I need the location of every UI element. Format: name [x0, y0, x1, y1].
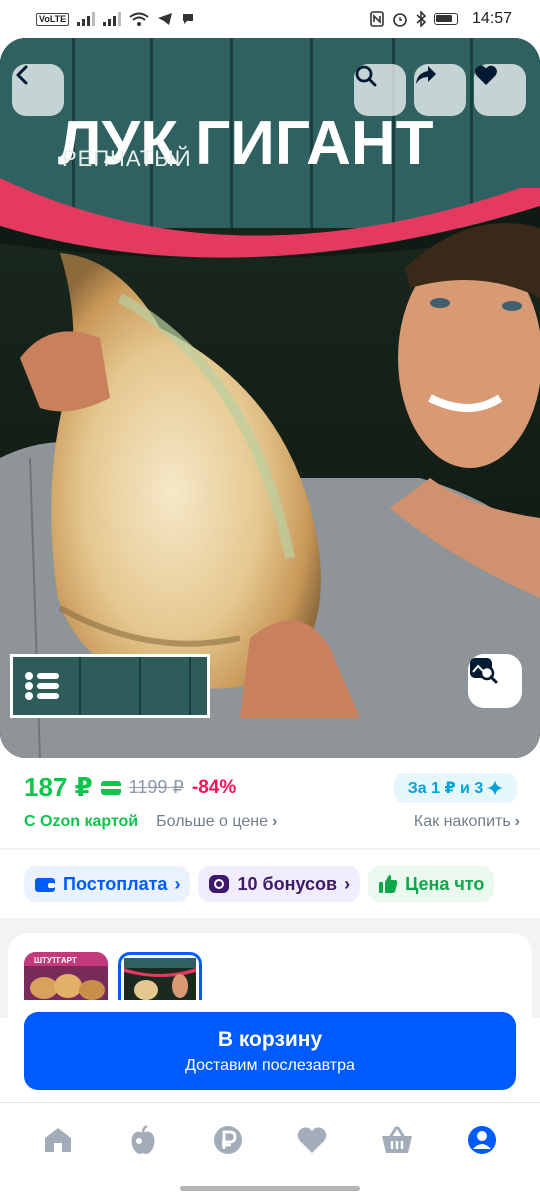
profile-icon — [467, 1126, 496, 1154]
thumb-plank — [189, 657, 191, 715]
clock: 14:57 — [471, 10, 512, 27]
banner-subtitle: РЕПЧАТЫЙ — [62, 146, 192, 171]
add-to-cart-button[interactable]: В корзину Доставим послезавтра — [24, 1012, 516, 1090]
home-indicator[interactable] — [180, 1186, 360, 1191]
price-current: 187 ₽ — [24, 772, 93, 802]
image-thumbnail-strip[interactable] — [10, 654, 210, 718]
wallet-icon — [35, 878, 55, 892]
basket-icon — [381, 1126, 412, 1153]
heart-icon — [475, 65, 497, 85]
find-similar-button[interactable] — [468, 654, 522, 708]
status-bar: VoLTE 14:57 — [0, 0, 540, 38]
heart-icon — [298, 1127, 327, 1153]
wifi-icon — [129, 12, 149, 26]
volte-badge: VoLTE — [36, 12, 70, 26]
status-left: VoLTE — [36, 12, 195, 26]
price-row: 187 ₽ 1199 ₽ -84% — [24, 772, 236, 803]
chip-bonuses[interactable]: 10 бонусов › — [198, 866, 361, 902]
search-icon — [355, 65, 377, 87]
bonus-coin-icon — [209, 875, 230, 893]
benefit-chips: Постоплата › 10 бонусов › Цена что — [24, 866, 495, 902]
ozon-card-label: С Ozon картой — [24, 813, 139, 830]
fresh-apple-icon — [131, 1125, 155, 1154]
sparkle-icon — [487, 780, 504, 796]
list-icon — [25, 672, 59, 700]
chevron-right-icon: › — [174, 873, 181, 894]
thumb-plank — [79, 657, 81, 715]
variant-thumbnail[interactable]: ШТУТГАРТ — [24, 952, 108, 1000]
ruble-icon — [213, 1126, 242, 1154]
accumulate-label: За 1 ₽ и 3 — [407, 780, 484, 797]
chip-postpay-label: Постоплата — [63, 873, 168, 894]
discount-badge: -84% — [191, 776, 237, 798]
delivery-label: Доставим послезавтра — [185, 1056, 355, 1074]
share-button[interactable] — [414, 64, 466, 116]
divider — [0, 848, 540, 850]
search-button[interactable] — [354, 64, 406, 116]
product-page: VoLTE 14:57 ЛУК ГИГАНТ РЕПЧАТЫЙ 187 ₽ 11… — [0, 0, 540, 1200]
telegram-icon — [158, 13, 173, 25]
add-to-cart-label: В корзину — [217, 1027, 323, 1051]
bluetooth-icon — [416, 11, 426, 27]
chevron-right-icon: › — [514, 813, 520, 830]
nav-home[interactable] — [33, 1115, 83, 1165]
alarm-icon — [393, 13, 407, 27]
variant-thumbnail-selected[interactable] — [118, 952, 202, 1000]
price-old: 1199 ₽ — [128, 777, 184, 797]
battery-icon — [433, 13, 458, 25]
chip-price-guarantee-label: Цена что — [405, 873, 485, 894]
thumb-plank — [139, 657, 141, 715]
product-image-gallery[interactable]: ЛУК ГИГАНТ РЕПЧАТЫЙ — [0, 38, 540, 758]
nav-cart[interactable] — [372, 1115, 422, 1165]
more-about-price-link[interactable]: Больше о цене › — [156, 813, 277, 831]
chevron-right-icon: › — [272, 813, 278, 830]
back-button[interactable] — [12, 64, 64, 116]
more-about-price-label: Больше о цене — [156, 813, 268, 830]
ozon-card-row: С Ozon картой Больше о цене › Как накопит… — [24, 813, 520, 831]
variant-1-text: ШТУТГАРТ — [34, 956, 77, 965]
chat-icon — [183, 14, 194, 24]
home-icon — [45, 1128, 72, 1152]
ozon-card-icon — [100, 780, 121, 795]
chevron-right-icon: › — [344, 873, 351, 894]
how-to-accumulate-link[interactable]: Как накопить › — [414, 813, 520, 831]
chip-bonuses-label: 10 бонусов — [237, 873, 338, 894]
variant-image — [124, 958, 196, 1000]
chip-price-guarantee[interactable]: Цена что — [368, 866, 495, 902]
chip-postpay[interactable]: Постоплата › — [24, 866, 191, 902]
chevron-left-icon — [16, 65, 28, 85]
thumbs-up-icon — [379, 875, 398, 893]
variant-image: ШТУТГАРТ — [24, 952, 108, 1000]
image-search-icon — [470, 658, 498, 684]
nav-finance[interactable] — [203, 1115, 253, 1165]
bottom-nav — [0, 1103, 540, 1177]
signal-icon — [77, 12, 96, 26]
share-icon — [416, 66, 436, 84]
how-to-accumulate-label: Как накопить — [413, 813, 511, 830]
nav-profile[interactable] — [457, 1115, 507, 1165]
nav-favorites[interactable] — [287, 1115, 337, 1165]
favorite-button[interactable] — [474, 64, 526, 116]
status-right: 14:57 — [370, 10, 512, 28]
accumulate-chip[interactable]: За 1 ₽ и 3 — [394, 773, 517, 803]
nfc-icon — [370, 11, 384, 27]
nav-fresh[interactable] — [118, 1115, 168, 1165]
signal-icon — [103, 12, 122, 26]
